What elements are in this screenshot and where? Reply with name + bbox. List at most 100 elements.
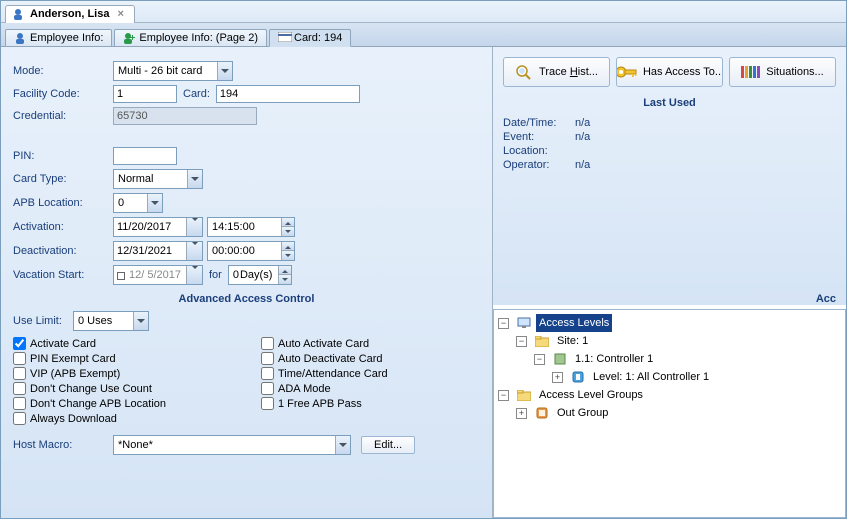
label-mode: Mode: — [13, 65, 113, 77]
check-free-apb[interactable] — [261, 397, 274, 410]
tree-node-access-levels[interactable]: Access Levels — [536, 314, 612, 332]
combo-value: Multi - 26 bit card — [118, 65, 202, 77]
button-situations[interactable]: Situations... — [729, 57, 836, 87]
label-activation: Activation: — [13, 221, 113, 233]
label-deactivation: Deactivation: — [13, 245, 113, 257]
spin-down-icon[interactable] — [281, 251, 294, 260]
header-advanced-access: Advanced Access Control — [13, 293, 480, 305]
check-label: Don't Change Use Count — [30, 383, 152, 395]
combo-host-macro[interactable]: *None* — [113, 435, 351, 455]
input-credential — [113, 107, 257, 125]
check-label: Auto Activate Card — [278, 338, 369, 350]
spin-vacation-days[interactable]: 0Day(s) — [228, 265, 292, 285]
content: Mode: Multi - 26 bit card Facility Code:… — [1, 47, 846, 518]
title-tab-anderson[interactable]: Anderson, Lisa × — [5, 5, 135, 23]
right-panel: Trace Hist... Has Access To... Situation… — [493, 47, 846, 518]
chevron-down-icon[interactable] — [186, 218, 202, 236]
value-event: n/a — [575, 131, 590, 143]
tree-expand-icon[interactable]: + — [516, 408, 527, 419]
window: Anderson, Lisa × Employee Info: Employee… — [0, 0, 847, 519]
tab-card[interactable]: Card: 194 — [269, 29, 351, 47]
chevron-down-icon[interactable] — [186, 242, 202, 260]
spin-down-icon[interactable] — [281, 227, 294, 236]
check-label: Auto Deactivate Card — [278, 353, 383, 365]
label-apb-location: APB Location: — [13, 197, 113, 209]
tree-node-level[interactable]: Level: 1: All Controller 1 — [590, 368, 712, 386]
chevron-down-icon[interactable] — [335, 436, 350, 454]
tree-collapse-icon[interactable]: − — [498, 318, 509, 329]
check-always-download[interactable] — [13, 412, 26, 425]
tab-employee-info-p2[interactable]: Employee Info: (Page 2) — [114, 29, 267, 46]
chevron-down-icon[interactable] — [147, 194, 162, 212]
check-label: VIP (APB Exempt) — [30, 368, 120, 380]
label-host-macro: Host Macro: — [13, 439, 113, 451]
label-pin: PIN: — [13, 150, 113, 162]
tree-node-controller[interactable]: 1.1: Controller 1 — [572, 350, 656, 368]
date-activation[interactable]: 11/20/2017 — [113, 217, 203, 237]
tree-collapse-icon[interactable]: − — [534, 354, 545, 365]
person-icon — [12, 8, 24, 20]
label-vacation: Vacation Start: — [13, 269, 113, 281]
input-card[interactable] — [216, 85, 360, 103]
check-auto-activate[interactable] — [261, 337, 274, 350]
check-vip-apb[interactable] — [13, 367, 26, 380]
spin-up-icon[interactable] — [278, 266, 291, 275]
tree-collapse-icon[interactable]: − — [516, 336, 527, 347]
combo-use-limit[interactable]: 0 Uses — [73, 311, 149, 331]
monitor-icon — [517, 316, 531, 330]
tree-expand-icon[interactable]: + — [552, 372, 563, 383]
tab-employee-info[interactable]: Employee Info: — [5, 29, 112, 46]
combo-apb-location[interactable]: 0 — [113, 193, 163, 213]
person-icon — [14, 32, 26, 44]
tree-node-access-level-groups[interactable]: Access Level Groups — [536, 386, 646, 404]
label-use-limit: Use Limit: — [13, 315, 73, 327]
value-datetime: n/a — [575, 117, 590, 129]
chevron-down-icon[interactable] — [133, 312, 148, 330]
label-acc-truncated: Acc — [503, 293, 836, 305]
combo-mode[interactable]: Multi - 26 bit card — [113, 61, 233, 81]
checkbox-vacation-enable[interactable] — [117, 272, 125, 280]
combo-card-type[interactable]: Normal — [113, 169, 203, 189]
check-auto-deactivate[interactable] — [261, 352, 274, 365]
date-deactivation[interactable]: 12/31/2021 — [113, 241, 203, 261]
button-trace-hist[interactable]: Trace Hist... — [503, 57, 610, 87]
color-bars-icon — [741, 66, 760, 78]
label-card-type: Card Type: — [13, 173, 113, 185]
close-icon[interactable]: × — [115, 8, 125, 20]
time-deactivation[interactable]: 00:00:00 — [207, 241, 295, 261]
check-label: PIN Exempt Card — [30, 353, 116, 365]
button-label: Edit... — [374, 439, 402, 451]
check-activate-card[interactable] — [13, 337, 26, 350]
date-vacation[interactable]: 12/ 5/2017 — [113, 265, 203, 285]
check-dont-change-apb[interactable] — [13, 397, 26, 410]
time-activation[interactable]: 14:15:00 — [207, 217, 295, 237]
tree-node-site[interactable]: Site: 1 — [554, 332, 591, 350]
time-value: 14:15:00 — [212, 221, 255, 233]
spin-down-icon[interactable] — [278, 275, 291, 284]
check-pin-exempt[interactable] — [13, 352, 26, 365]
sub-tab-bar: Employee Info: Employee Info: (Page 2) C… — [1, 23, 846, 47]
tab-label: Employee Info: — [30, 32, 103, 44]
check-dont-change-use[interactable] — [13, 382, 26, 395]
input-facility-code[interactable] — [113, 85, 177, 103]
header-last-used: Last Used — [503, 97, 836, 109]
tree-access-levels[interactable]: − Access Levels − Site: 1 − 1.1: Control… — [493, 309, 846, 518]
check-time-attendance[interactable] — [261, 367, 274, 380]
chevron-down-icon[interactable] — [217, 62, 232, 80]
chevron-down-icon[interactable] — [187, 170, 202, 188]
tree-node-out-group[interactable]: Out Group — [554, 404, 611, 422]
combo-value: Normal — [118, 173, 153, 185]
label-credential: Credential: — [13, 110, 113, 122]
button-edit[interactable]: Edit... — [361, 436, 415, 454]
spin-value: 0 — [233, 269, 239, 281]
input-pin[interactable] — [113, 147, 177, 165]
person-plus-icon — [123, 32, 135, 44]
button-has-access[interactable]: Has Access To... — [616, 57, 723, 87]
check-label: Always Download — [30, 413, 117, 425]
controller-icon — [553, 352, 567, 366]
chevron-down-icon[interactable] — [186, 266, 202, 284]
tree-collapse-icon[interactable]: − — [498, 390, 509, 401]
spin-up-icon[interactable] — [281, 218, 294, 227]
spin-up-icon[interactable] — [281, 242, 294, 251]
check-ada-mode[interactable] — [261, 382, 274, 395]
